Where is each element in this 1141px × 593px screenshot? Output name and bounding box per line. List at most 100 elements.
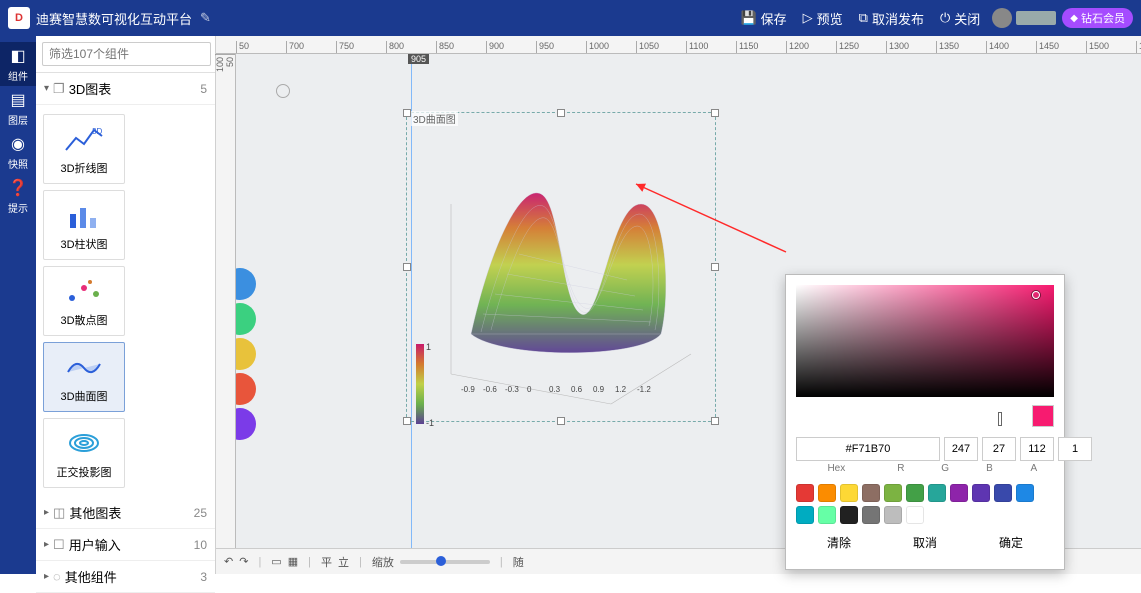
preset-swatch[interactable] — [862, 484, 880, 502]
preset-swatch[interactable] — [840, 506, 858, 524]
cat-other-comp[interactable]: ▸ ◌ 其他组件 3 — [36, 561, 215, 593]
save-icon: 💾 — [740, 10, 756, 26]
rail-layers[interactable]: ▤图层 — [0, 86, 36, 130]
handle-r[interactable] — [711, 263, 719, 271]
preset-swatch[interactable] — [840, 484, 858, 502]
colorbar-max: 1 — [426, 342, 431, 352]
hue-handle[interactable] — [998, 412, 1002, 426]
saturation-field[interactable] — [796, 285, 1054, 397]
ortho-icon — [64, 426, 104, 460]
color-picker-popup: Hex R G B A 清除 取消 确定 — [785, 274, 1065, 570]
preset-swatch[interactable] — [972, 484, 990, 502]
user-avatar[interactable] — [992, 8, 1012, 28]
svg-text:-1.2: -1.2 — [637, 385, 651, 394]
cat-3d-charts[interactable]: ▾ ❐ 3D图表 5 — [36, 73, 215, 105]
preset-swatch[interactable] — [796, 506, 814, 524]
preset-swatch[interactable] — [862, 506, 880, 524]
lbl-a: A — [1014, 463, 1054, 474]
r-input[interactable] — [944, 437, 978, 461]
tb-grid-icon[interactable]: ▦ — [288, 555, 298, 568]
cat-count: 10 — [194, 538, 207, 552]
rail-hint[interactable]: ❓提示 — [0, 174, 36, 218]
ruler-horizontal[interactable]: 5070075080085090095010001050110011501200… — [216, 36, 1141, 54]
membership-badge[interactable]: 钻石会员 — [1062, 8, 1133, 28]
tile-3d-bar[interactable]: 3D柱状图 — [43, 190, 125, 260]
b-input[interactable] — [1020, 437, 1054, 461]
tb-redo-icon[interactable]: ↷ — [239, 555, 248, 568]
svg-text:-0.6: -0.6 — [483, 385, 497, 394]
preset-swatch[interactable] — [906, 484, 924, 502]
cat-other-charts[interactable]: ▸ ◫ 其他图表 25 — [36, 497, 215, 529]
preset-swatch[interactable] — [906, 506, 924, 524]
tb-undo-icon[interactable]: ↶ — [224, 555, 233, 568]
svg-text:-0.3: -0.3 — [505, 385, 519, 394]
svg-text:1.2: 1.2 — [615, 385, 627, 394]
close-button[interactable]: ⏻关闭 — [932, 9, 988, 28]
surface-chart[interactable]: -0.9-0.6-0.300.30.60.91.2-1.2 — [411, 124, 711, 424]
scatter3d-icon — [64, 274, 104, 308]
save-button[interactable]: 💾保存 — [732, 9, 794, 28]
tile-3d-line[interactable]: 3D 3D折线图 — [43, 114, 125, 184]
rail-snapshot[interactable]: ◉快照 — [0, 130, 36, 174]
tb-rect-icon[interactable]: ▭ — [271, 555, 281, 568]
user-name — [1016, 11, 1056, 25]
cat-label: 用户输入 — [69, 535, 121, 554]
left-rail: ◧组件 ▤图层 ◉快照 ❓提示 — [0, 36, 36, 574]
cat-count: 3 — [200, 570, 207, 584]
preset-swatch[interactable] — [818, 484, 836, 502]
input-icon: ☐ — [53, 537, 65, 553]
color-cancel-button[interactable]: 取消 — [913, 534, 937, 551]
handle-t[interactable] — [557, 109, 565, 117]
handle-tr[interactable] — [711, 109, 719, 117]
tb-li[interactable]: 立 — [338, 554, 349, 570]
preset-swatch[interactable] — [884, 484, 902, 502]
hex-input[interactable] — [796, 437, 940, 461]
handle-tl[interactable] — [403, 109, 411, 117]
handle-br[interactable] — [711, 417, 719, 425]
svg-text:0: 0 — [527, 385, 532, 394]
preset-swatch[interactable] — [796, 484, 814, 502]
app-header: D 迪赛智慧数可视化互动平台 ✎ 💾保存 ▷预览 ⧉取消发布 ⏻关闭 钻石会员 — [0, 0, 1141, 36]
tile-label: 正交投影图 — [57, 464, 112, 480]
color-ok-button[interactable]: 确定 — [999, 534, 1023, 551]
handle-l[interactable] — [403, 263, 411, 271]
tile-3d-scatter[interactable]: 3D散点图 — [43, 266, 125, 336]
lbl-hex: Hex — [796, 463, 877, 474]
tile-3d-surface[interactable]: 3D曲面图 — [43, 342, 125, 412]
a-input[interactable] — [1058, 437, 1092, 461]
components-panel: « ▾ ❐ 3D图表 5 3D 3D折线图 3D柱状图 3D散点图 3D曲面图 — [36, 36, 216, 574]
preset-swatch[interactable] — [994, 484, 1012, 502]
preset-swatch[interactable] — [818, 506, 836, 524]
unpublish-button[interactable]: ⧉取消发布 — [851, 9, 932, 28]
rail-components[interactable]: ◧组件 — [0, 42, 36, 86]
sat-cursor[interactable] — [1032, 291, 1040, 299]
cat-count: 5 — [200, 82, 207, 96]
preset-swatch[interactable] — [928, 484, 946, 502]
chevron-right-icon: ▸ — [44, 539, 49, 550]
tb-random[interactable]: 随 — [513, 554, 524, 570]
tile-grid: 3D 3D折线图 3D柱状图 3D散点图 3D曲面图 正交投影图 — [36, 105, 215, 497]
cat-count: 25 — [194, 506, 207, 520]
color-clear-button[interactable]: 清除 — [827, 534, 851, 551]
preset-swatch[interactable] — [950, 484, 968, 502]
layers-icon: ▤ — [10, 90, 25, 110]
colorbar-min: -1 — [426, 418, 434, 428]
preview-button[interactable]: ▷预览 — [795, 9, 851, 28]
cat-user-input[interactable]: ▸ ☐ 用户输入 10 — [36, 529, 215, 561]
chevron-right-icon: ▸ — [44, 507, 49, 518]
zoom-slider[interactable] — [400, 560, 490, 564]
tile-label: 3D散点图 — [60, 312, 107, 328]
tb-ping[interactable]: 平 — [321, 554, 332, 570]
preset-swatch[interactable] — [1016, 484, 1034, 502]
ruler-vertical[interactable]: 50100150200250300350400450 — [216, 54, 236, 548]
colorbar — [416, 344, 424, 424]
tile-ortho[interactable]: 正交投影图 — [43, 418, 125, 488]
component-search-input[interactable] — [42, 42, 211, 66]
edit-title-icon[interactable]: ✎ — [200, 10, 211, 26]
preset-swatch[interactable] — [884, 506, 902, 524]
guide-badge: 905 — [408, 54, 429, 64]
cat-label: 其他图表 — [69, 503, 121, 522]
handle-bl[interactable] — [403, 417, 411, 425]
g-input[interactable] — [982, 437, 1016, 461]
misc-icon: ◌ — [53, 569, 61, 584]
